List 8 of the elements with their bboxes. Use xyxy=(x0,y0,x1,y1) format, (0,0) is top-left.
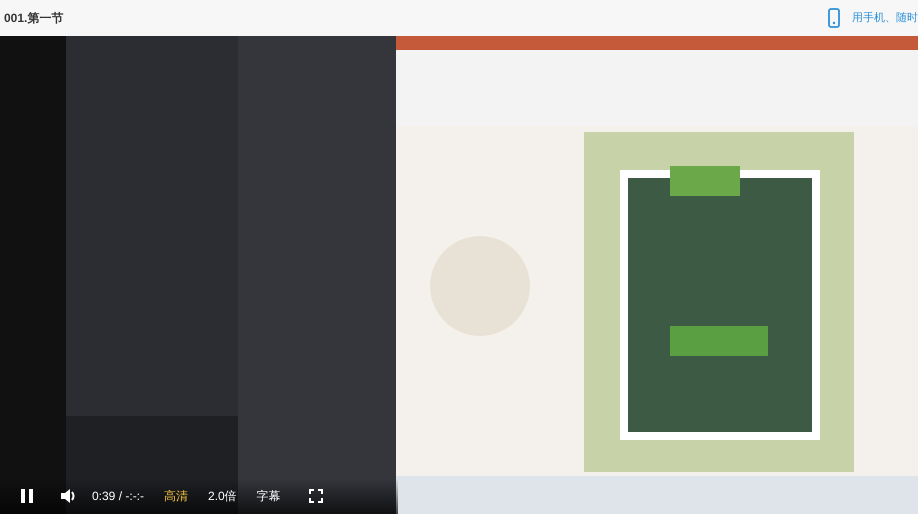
time-display: 0:39 / -:-:- xyxy=(92,488,144,505)
pause-icon[interactable] xyxy=(20,488,34,504)
player-option-button[interactable]: 2.0倍 xyxy=(208,487,237,505)
fullscreen-icon[interactable] xyxy=(308,489,323,503)
video-title: 001.第一节 xyxy=(4,10,64,27)
player-option-button[interactable]: 高清 xyxy=(164,487,188,505)
phone-icon[interactable] xyxy=(828,8,840,28)
player-option-button[interactable]: 字幕 xyxy=(256,487,281,505)
